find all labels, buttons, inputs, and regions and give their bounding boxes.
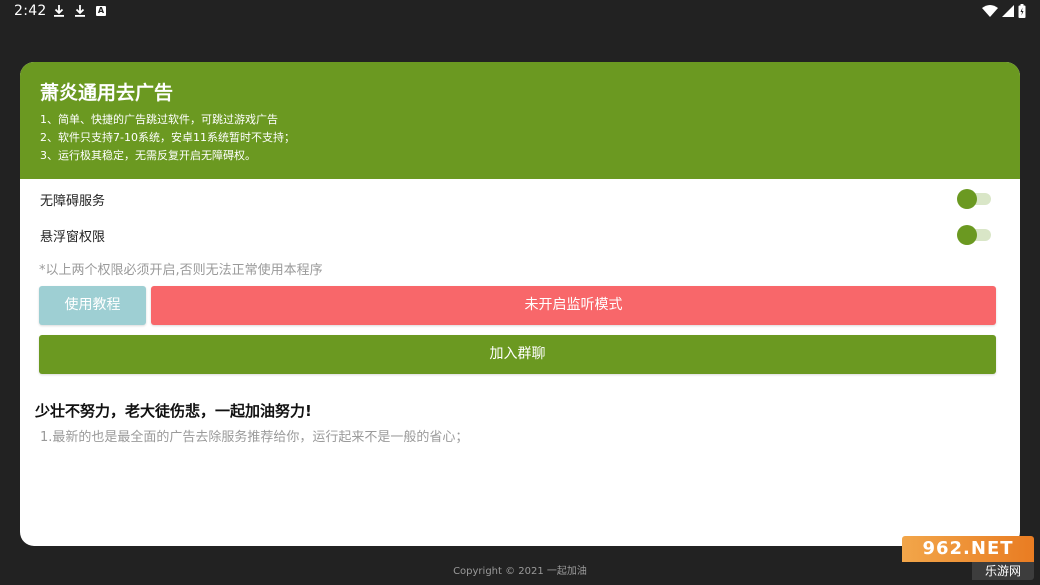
- feature-description-1: 1、简单、快捷的广告跳过软件，可跳过游戏广告: [40, 113, 278, 126]
- accessibility-service-label: 无障碍服务: [40, 194, 106, 209]
- overlay-permission-switch[interactable]: [957, 224, 991, 245]
- slogan-text: 少壮不努力，老大徒伤悲，一起加油努力!: [35, 402, 312, 420]
- tutorial-button[interactable]: 使用教程: [39, 286, 146, 325]
- download-icon: [75, 5, 85, 17]
- download-icon: [54, 5, 64, 17]
- join-group-button[interactable]: 加入群聊: [39, 335, 996, 374]
- tip-text: 1.最新的也是最全面的广告去除服务推荐给你，运行起来不是一般的省心；: [40, 430, 469, 445]
- status-time: 2:42: [14, 3, 47, 19]
- accessibility-notification-icon: A: [96, 6, 106, 16]
- feature-description-2: 2、软件只支持7-10系统，安卓11系统暂时不支持；: [40, 131, 295, 144]
- overlay-permission-label: 悬浮窗权限: [40, 230, 106, 245]
- feature-description-3: 3、运行极其稳定，无需反复开启无障碍权。: [40, 149, 256, 162]
- switch-thumb: [957, 225, 977, 245]
- permission-notice: *以上两个权限必须开启,否则无法正常使用本程序: [39, 263, 323, 278]
- main-card: 萧炎通用去广告 1、简单、快捷的广告跳过软件，可跳过游戏广告 2、软件只支持7-…: [20, 62, 1020, 546]
- wifi-icon: [982, 5, 998, 17]
- monitor-mode-button[interactable]: 未开启监听模式: [151, 286, 996, 325]
- watermark-top: 962.NET: [902, 536, 1034, 562]
- app-title: 萧炎通用去广告: [40, 82, 174, 104]
- overlay-permission-row: 悬浮窗权限: [20, 219, 1020, 249]
- status-bar: 2:42 A: [0, 0, 1040, 24]
- battery-charging-icon: [1018, 4, 1026, 18]
- watermark-bottom: 乐游网: [972, 562, 1034, 580]
- card-header: 萧炎通用去广告 1、简单、快捷的广告跳过软件，可跳过游戏广告 2、软件只支持7-…: [20, 62, 1020, 179]
- switch-thumb: [957, 189, 977, 209]
- accessibility-service-switch[interactable]: [957, 188, 991, 209]
- site-watermark-logo: 962.NET 乐游网: [902, 536, 1034, 580]
- accessibility-service-row: 无障碍服务: [20, 183, 1020, 213]
- signal-icon: [1002, 5, 1014, 17]
- copyright-text: Copyright © 2021 一起加油: [453, 566, 587, 577]
